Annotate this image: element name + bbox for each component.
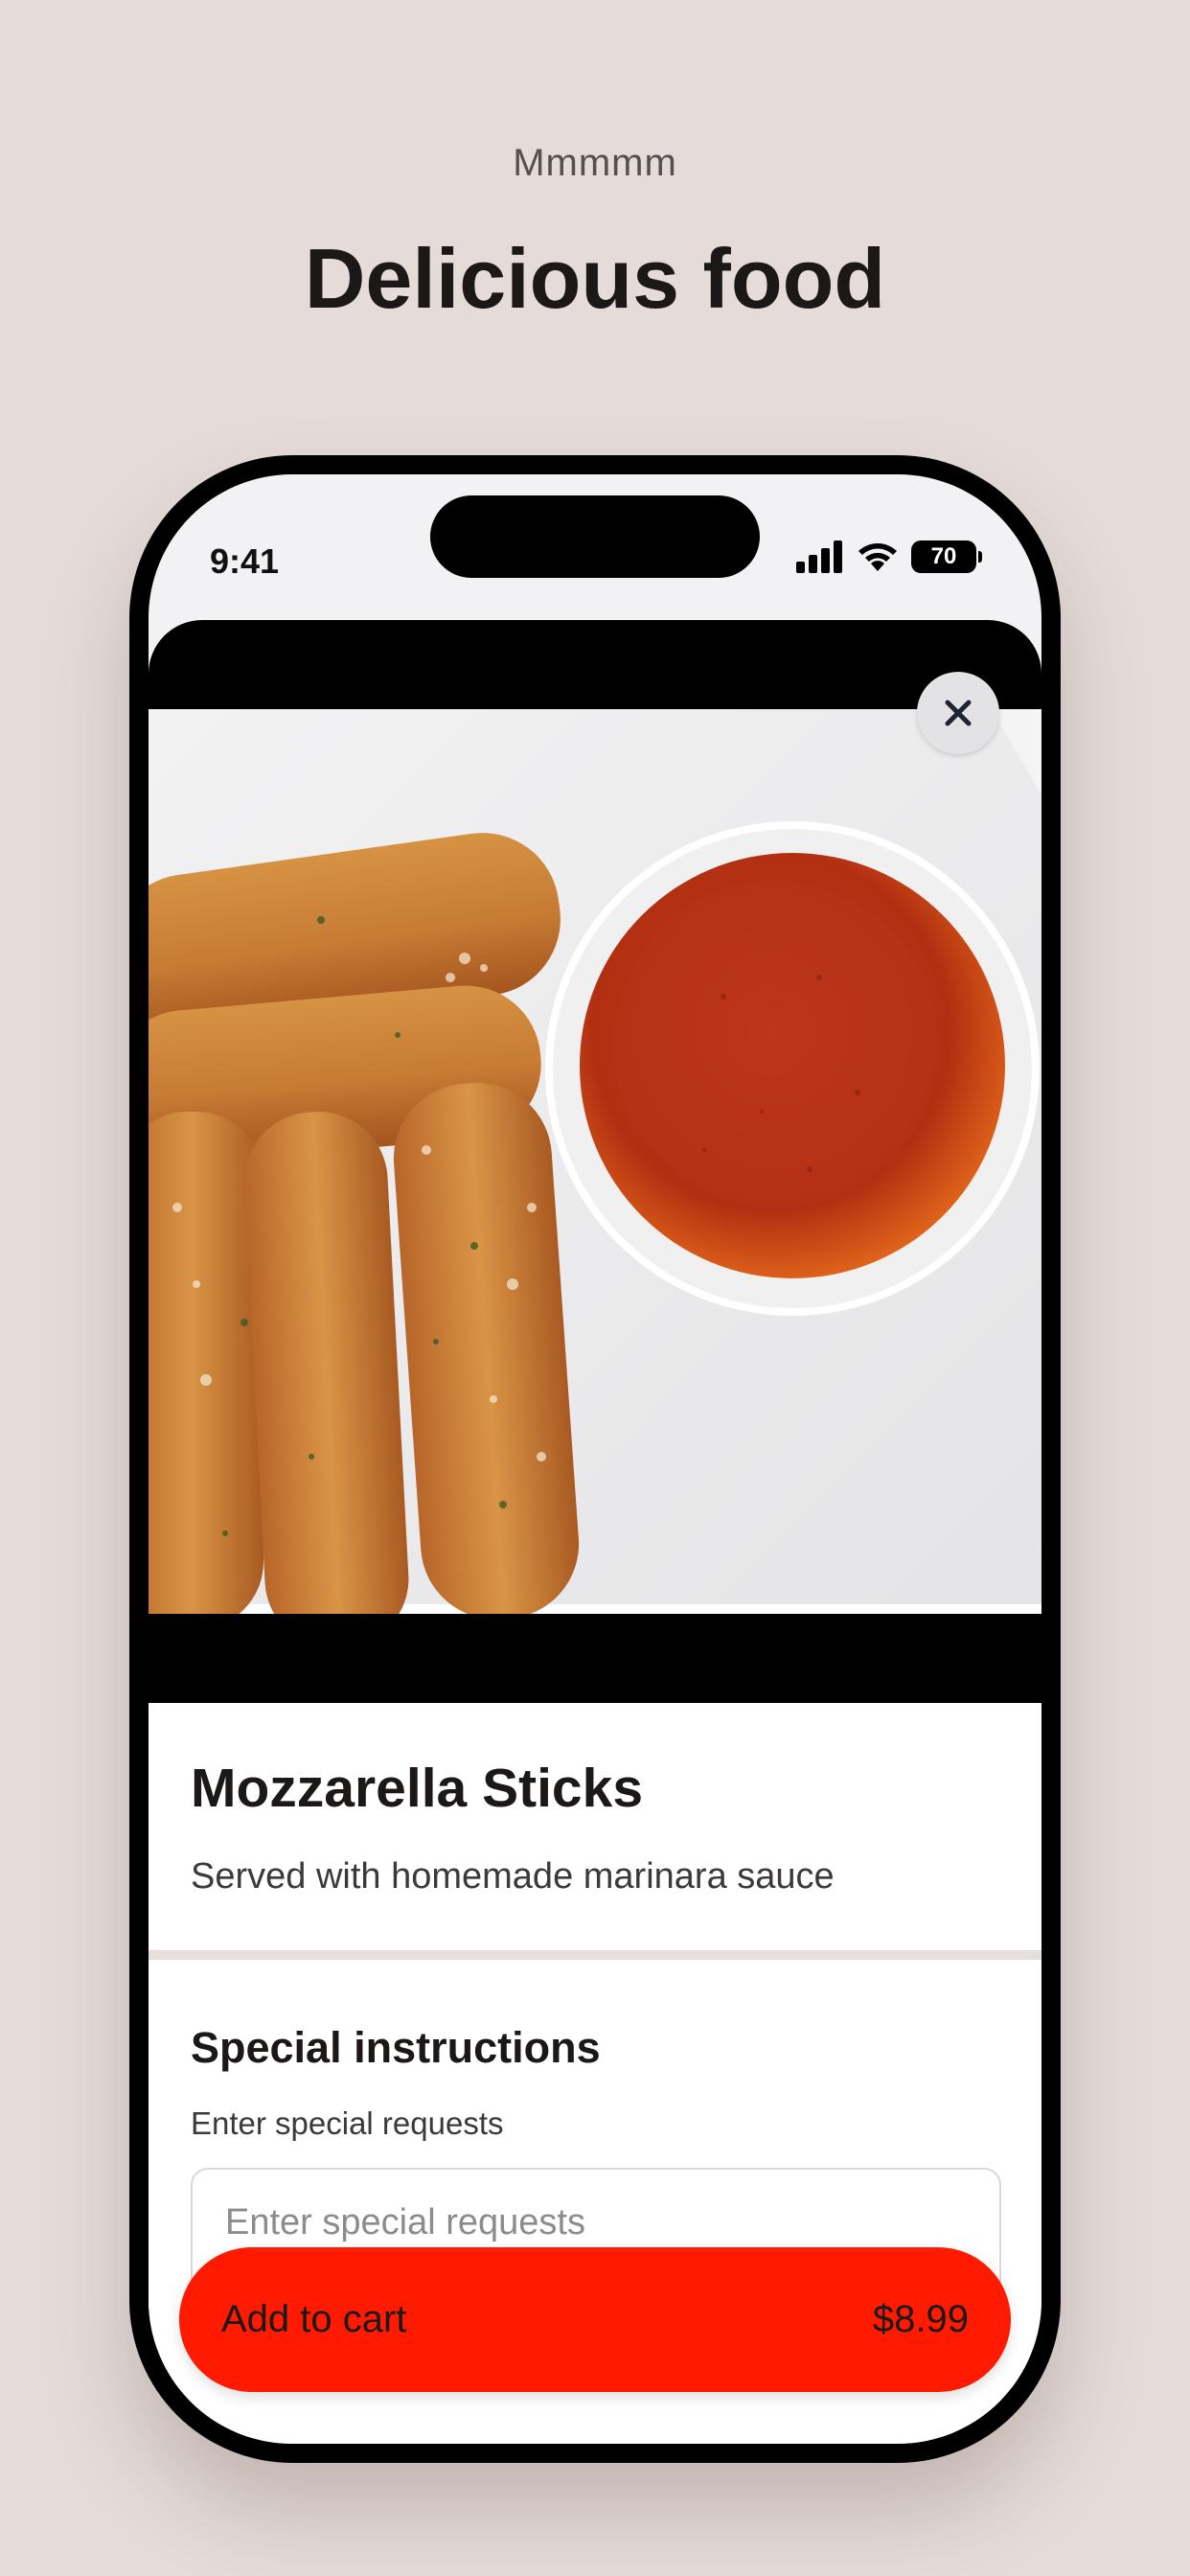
item-description: Served with homemade marinara sauce [191, 1856, 835, 1897]
wifi-icon [858, 543, 897, 571]
phone-frame: 9:41 70 Mozzarella Sticks Served with ho… [129, 455, 1061, 2463]
close-button[interactable] [917, 672, 999, 754]
close-icon [945, 700, 972, 726]
mozzarella-sticks-photo [149, 709, 1041, 1614]
add-to-cart-button[interactable]: Add to cart $8.99 [179, 2247, 1011, 2392]
eyebrow-text: Mmmmm [513, 142, 677, 184]
add-to-cart-label: Add to cart [221, 2298, 407, 2340]
status-time: 9:41 [210, 541, 280, 581]
special-instructions-title: Special instructions [191, 2023, 601, 2072]
item-sheet: Mozzarella Sticks Served with homemade m… [149, 620, 1041, 2444]
item-photo [149, 709, 1041, 1614]
battery-icon: 70 [911, 540, 982, 573]
phone-screen: 9:41 70 Mozzarella Sticks Served with ho… [149, 474, 1041, 2444]
special-instructions-label: Enter special requests [191, 2105, 504, 2141]
section-divider [149, 1950, 1041, 1960]
item-name: Mozzarella Sticks [191, 1758, 644, 1819]
item-price: $8.99 [872, 2298, 969, 2340]
signal-icon [796, 540, 842, 573]
item-media [149, 620, 1041, 1703]
dynamic-island [430, 495, 760, 578]
status-icons: 70 [796, 538, 982, 576]
page-title: Delicious food [304, 231, 886, 326]
